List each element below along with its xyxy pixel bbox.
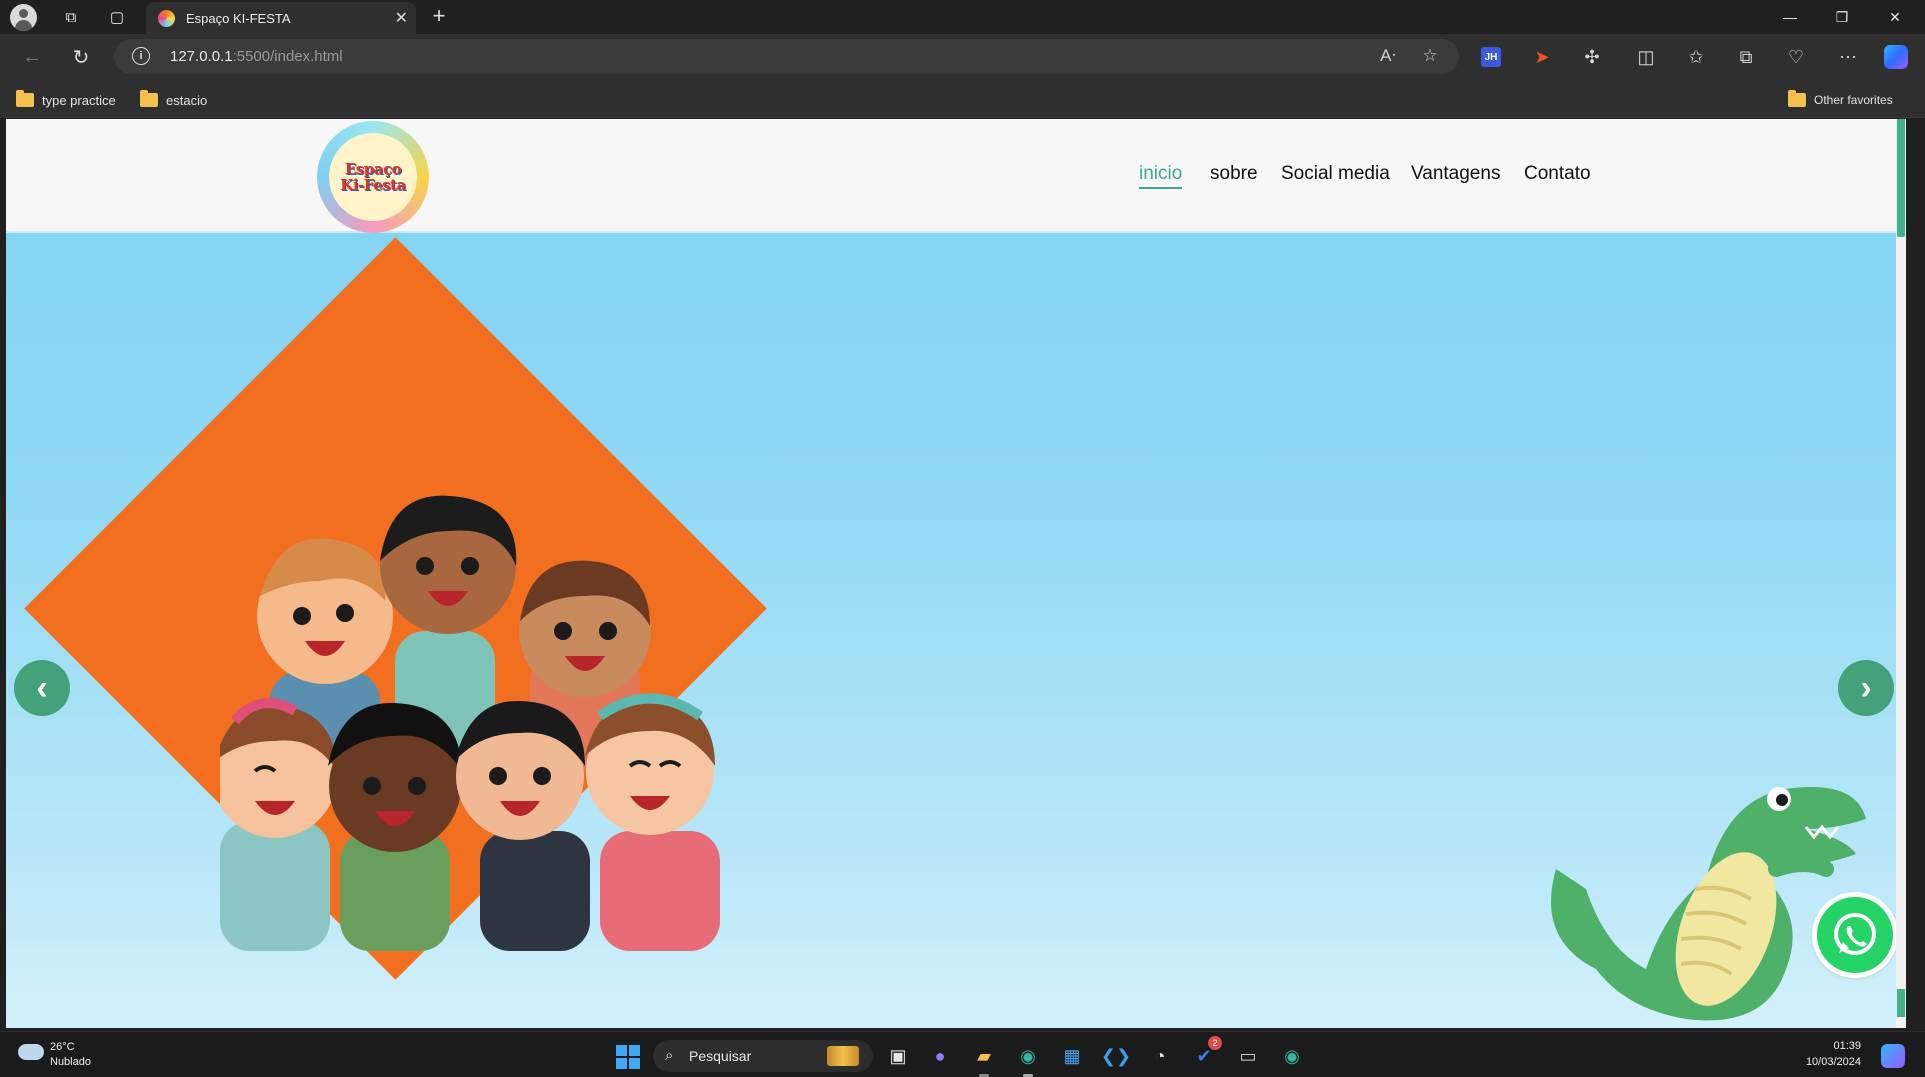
start-button[interactable] <box>616 1045 640 1069</box>
edge-icon[interactable]: ◉ <box>1014 1042 1042 1077</box>
notification-badge: 2 <box>1208 1036 1222 1050</box>
search-icon: ⌕ <box>665 1047 674 1064</box>
web-page: ‹ › Espaço Ki-Festa inicio sobre Social … <box>6 119 1906 1028</box>
cloud-icon[interactable] <box>18 1044 44 1060</box>
more-menu-icon[interactable]: ⋯ <box>1836 45 1860 69</box>
read-aloud-icon[interactable]: Aᐧ <box>1376 46 1400 68</box>
task-view-icon[interactable]: ▣ <box>884 1042 912 1070</box>
refresh-icon[interactable]: ↻ <box>66 43 96 71</box>
tab-title: Espaço KI-FESTA <box>186 11 291 26</box>
restore-icon[interactable]: ❐ <box>1816 2 1868 32</box>
clock-time[interactable]: 01:39 <box>1833 1040 1861 1052</box>
search-highlight-icon <box>827 1046 859 1066</box>
copilot-icon[interactable] <box>1884 45 1908 69</box>
logo-text-line1: Espaço <box>344 160 402 178</box>
browser-title-bar: ⧉ ▢ Espaço KI-FESTA ✕ + — ❐ ✕ <box>0 0 1925 34</box>
folder-icon <box>16 90 34 107</box>
swift-extension-icon[interactable]: ➤ <box>1530 45 1554 69</box>
other-favorites[interactable]: Other favorites <box>1788 90 1893 110</box>
todo-icon[interactable]: ✔ 2 <box>1190 1036 1222 1070</box>
store-icon[interactable]: ▦ <box>1058 1042 1086 1070</box>
workspaces-icon[interactable]: ⧉ <box>54 4 88 30</box>
address-bar[interactable]: i 127.0.0.1:5500/index.html Aᐧ ☆ <box>114 39 1459 74</box>
folder-icon <box>140 90 158 107</box>
extensions-icon[interactable]: ✣ <box>1580 45 1604 69</box>
collections-icon[interactable]: ⧉ <box>1734 45 1758 69</box>
bookmark-type-practice[interactable]: type practice <box>16 90 116 110</box>
bookmark-label: estacio <box>166 92 208 108</box>
bookmark-label: type practice <box>42 92 116 108</box>
back-icon[interactable]: ← <box>17 43 47 71</box>
site-favicon-icon <box>158 10 175 27</box>
file-explorer-icon[interactable]: ▰ <box>970 1042 998 1077</box>
other-favorites-label: Other favorites <box>1814 93 1893 107</box>
browser-essentials-icon[interactable]: ♡ <box>1784 45 1808 69</box>
tab-active[interactable]: Espaço KI-FESTA ✕ <box>146 2 416 34</box>
whatsapp-icon <box>1834 913 1876 955</box>
terminal-icon[interactable]: ▭ <box>1234 1042 1262 1070</box>
vscode-icon[interactable]: ❮❯ <box>1101 1042 1131 1070</box>
address-url[interactable]: 127.0.0.1:5500/index.html <box>170 48 343 65</box>
site-logo[interactable]: Espaço Ki-Festa <box>317 121 429 233</box>
windows-taskbar: 26°C Nublado ⌕ Pesquisar ▣ ● ▰ ◉ ▦ ❮❯ ◔ … <box>0 1031 1925 1077</box>
new-tab-icon[interactable]: + <box>426 3 452 29</box>
tab-actions-icon[interactable]: ▢ <box>100 4 134 30</box>
slider-next-button[interactable]: › <box>1838 660 1894 716</box>
crocodile-illustration <box>1551 787 1866 1021</box>
bookmark-estacio[interactable]: estacio <box>140 90 207 110</box>
site-info-icon[interactable]: i <box>132 47 150 65</box>
url-path: :5500/index.html <box>232 48 343 65</box>
logo-text-line2: Ki-Festa <box>340 176 406 194</box>
folder-icon <box>1788 90 1806 107</box>
clock-app-icon[interactable]: ◔ <box>1146 1042 1174 1070</box>
kids-illustration <box>220 495 720 951</box>
url-host: 127.0.0.1 <box>170 48 233 65</box>
nav-link-inicio[interactable]: inicio <box>1139 163 1183 189</box>
jh-extension-icon[interactable]: JH <box>1481 47 1501 67</box>
scrollbar-marker <box>1897 989 1905 1017</box>
edge-dev-icon[interactable]: ◉ <box>1278 1042 1306 1070</box>
close-window-icon[interactable]: ✕ <box>1869 2 1921 32</box>
site-header: Espaço Ki-Festa inicio sobre Social medi… <box>6 119 1906 233</box>
teams-icon[interactable]: ● <box>926 1042 954 1070</box>
close-tab-icon[interactable]: ✕ <box>395 8 408 28</box>
browser-toolbar: ← ↻ i 127.0.0.1:5500/index.html Aᐧ ☆ JH … <box>0 34 1925 80</box>
logo-badge: Espaço Ki-Festa <box>329 133 417 221</box>
scrollbar-thumb[interactable] <box>1897 119 1905 237</box>
favorites-icon[interactable]: ✩ <box>1684 45 1708 69</box>
nav-link-contato[interactable]: Contato <box>1524 163 1591 189</box>
nav-link-social-media[interactable]: Social media <box>1281 163 1390 189</box>
bookmarks-bar: type practice estacio Other favorites <box>0 80 1925 118</box>
copilot-tray-icon[interactable] <box>1881 1044 1905 1068</box>
nav-link-sobre[interactable]: sobre <box>1210 163 1258 189</box>
weather-temperature[interactable]: 26°C <box>50 1041 75 1053</box>
clock-date[interactable]: 10/03/2024 <box>1806 1056 1861 1068</box>
search-placeholder: Pesquisar <box>689 1048 752 1064</box>
nav-link-vantagens[interactable]: Vantagens <box>1411 163 1500 189</box>
slider-prev-button[interactable]: ‹ <box>14 660 70 716</box>
weather-description[interactable]: Nublado <box>50 1056 91 1068</box>
page-scrollbar[interactable] <box>1896 119 1906 1028</box>
profile-avatar-icon[interactable] <box>10 4 37 31</box>
whatsapp-button[interactable] <box>1817 897 1893 973</box>
split-screen-icon[interactable]: ◫ <box>1634 45 1658 69</box>
minimize-icon[interactable]: — <box>1764 2 1816 32</box>
taskbar-search[interactable]: ⌕ Pesquisar <box>653 1040 873 1072</box>
favorite-star-icon[interactable]: ☆ <box>1418 46 1442 68</box>
